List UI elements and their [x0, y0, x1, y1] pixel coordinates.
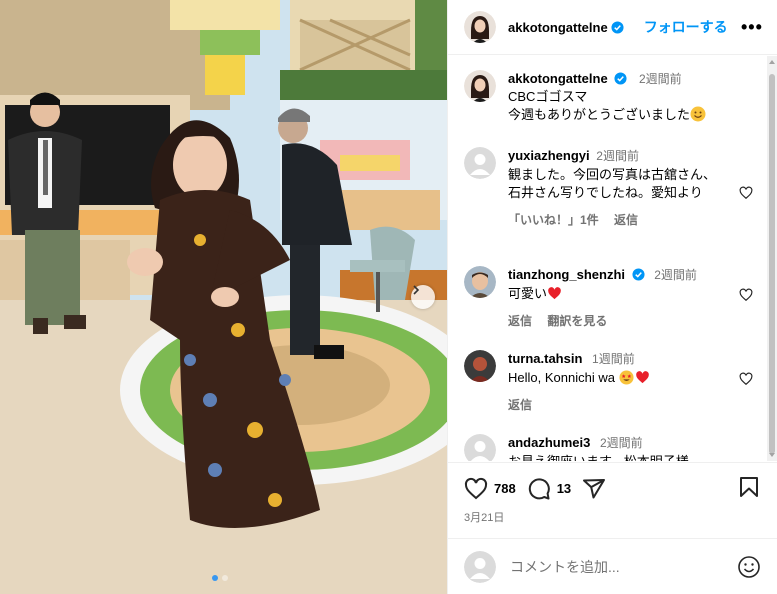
comment-time[interactable]: 2週間前	[596, 149, 639, 163]
viewer-avatar	[464, 550, 496, 583]
comment-text: 可愛い	[508, 286, 548, 301]
post-action-bar: 788 13	[448, 462, 777, 514]
comment-text-wrap: 可愛い	[508, 285, 767, 303]
verified-badge-icon	[611, 20, 624, 34]
caption-username[interactable]: akkotongattelne	[508, 71, 608, 86]
comment-item: andazhumei3 2週間前 お見え御座います。松本明子様	[464, 434, 767, 461]
comment-reply-button[interactable]: 返信	[508, 314, 532, 328]
comment-meta: 返信 翻訳を見る	[508, 312, 767, 330]
red-heart-emoji-icon	[548, 287, 561, 300]
emoji-icon[interactable]	[737, 555, 761, 579]
comment-translate-button[interactable]: 翻訳を見る	[547, 314, 607, 328]
comment-count[interactable]: 13	[557, 481, 571, 496]
author-username[interactable]: akkotongattelne	[508, 20, 608, 35]
author-avatar[interactable]	[464, 11, 496, 43]
add-comment-bar	[448, 538, 777, 594]
comment-username[interactable]: yuxiazhengyi	[508, 148, 590, 163]
comment-icon	[528, 477, 550, 499]
comment-item: turna.tahsin 1週間前 Hello, Konnichi wa 返信	[464, 350, 767, 414]
comment-item: yuxiazhengyi 2週間前 観ました。今回の写真は古舘さん、石井さん写り…	[464, 147, 767, 229]
comment-button[interactable]: 13	[527, 477, 571, 501]
comment-username[interactable]: turna.tahsin	[508, 351, 582, 366]
post-caption: akkotongattelne 2週間前 CBCゴゴスマ 今週もありがとうござい…	[464, 70, 767, 124]
post-photo[interactable]	[0, 0, 447, 594]
commenter-avatar[interactable]	[464, 266, 496, 298]
comment-text: Hello, Konnichi wa	[508, 370, 615, 385]
comment-item: tianzhong_shenzhi 2週間前 可愛い 返信 翻訳を見る	[464, 266, 767, 330]
post-side-panel: akkotongattelne フォローする ••• akkotongattel…	[447, 0, 777, 594]
like-count[interactable]: 788	[494, 481, 516, 496]
caption-avatar[interactable]	[464, 70, 496, 102]
comment-text-wrap: Hello, Konnichi wa	[508, 369, 767, 387]
verified-badge-icon	[632, 268, 645, 281]
comment-meta: 返信	[508, 396, 767, 414]
carousel-dot-active	[212, 575, 218, 581]
like-button[interactable]: 788	[464, 477, 516, 501]
follow-button[interactable]: フォローする	[644, 17, 728, 37]
comments-list: akkotongattelne 2週間前 CBCゴゴスマ 今週もありがとうござい…	[448, 56, 767, 461]
scroll-up-arrow-icon[interactable]	[769, 60, 775, 64]
default-avatar-icon[interactable]	[464, 147, 496, 179]
comment-time[interactable]: 2週間前	[600, 436, 643, 450]
post-header: akkotongattelne フォローする •••	[448, 0, 777, 55]
scrollbar-thumb[interactable]	[769, 74, 775, 454]
author-avatar-image	[464, 11, 496, 43]
caption-time[interactable]: 2週間前	[639, 72, 682, 86]
share-button[interactable]	[582, 477, 606, 501]
heart-icon	[464, 477, 488, 499]
comment-reply-button[interactable]: 返信	[508, 398, 532, 412]
red-heart-emoji-icon	[635, 371, 649, 384]
star-struck-emoji-icon	[619, 370, 634, 385]
studio-photo-illustration	[0, 0, 447, 594]
more-icon[interactable]: •••	[741, 17, 762, 38]
comment-username[interactable]: tianzhong_shenzhi	[508, 267, 625, 282]
heart-icon[interactable]	[739, 288, 753, 302]
share-icon	[583, 478, 606, 498]
chevron-right-icon	[413, 285, 420, 295]
comment-text: 観ました。今回の写真は古舘さん、石井さん写りでしたね。愛知より	[508, 167, 717, 200]
verified-badge-icon	[614, 72, 627, 85]
smiling-face-emoji-icon	[690, 106, 706, 122]
caption-avatar-image	[464, 70, 496, 102]
post-date[interactable]: 3月21日	[464, 509, 504, 525]
caption-line-2-wrap: 今週もありがとうございました	[508, 106, 767, 124]
bookmark-icon	[740, 477, 758, 497]
scroll-down-arrow-icon[interactable]	[769, 453, 775, 457]
carousel-next-button[interactable]	[411, 285, 435, 309]
caption-line-1: CBCゴゴスマ	[508, 89, 588, 104]
comment-time[interactable]: 1週間前	[592, 352, 635, 366]
comments-scrollbar[interactable]	[767, 56, 777, 461]
default-avatar-icon[interactable]	[464, 434, 496, 461]
default-avatar-image	[464, 434, 496, 461]
default-avatar-image	[464, 550, 496, 583]
carousel-dot	[222, 575, 228, 581]
add-comment-input[interactable]	[510, 558, 737, 575]
heart-icon[interactable]	[739, 186, 753, 200]
save-button[interactable]	[737, 475, 761, 502]
carousel-indicator	[212, 575, 228, 581]
comment-text: お見え御座います。松本明子様	[508, 453, 767, 461]
comment-meta: 「いいね！」1件 返信	[508, 211, 725, 229]
default-avatar-image	[464, 147, 496, 179]
comment-time[interactable]: 2週間前	[654, 268, 697, 282]
commenter-avatar-image	[464, 266, 496, 298]
comment-likes-count[interactable]: 「いいね！」1件	[508, 213, 599, 227]
caption-line-2: 今週もありがとうございました	[508, 107, 691, 122]
commenter-avatar-image	[464, 350, 496, 382]
heart-icon[interactable]	[739, 372, 753, 386]
commenter-avatar[interactable]	[464, 350, 496, 382]
comment-reply-button[interactable]: 返信	[614, 213, 638, 227]
comment-username[interactable]: andazhumei3	[508, 435, 590, 450]
